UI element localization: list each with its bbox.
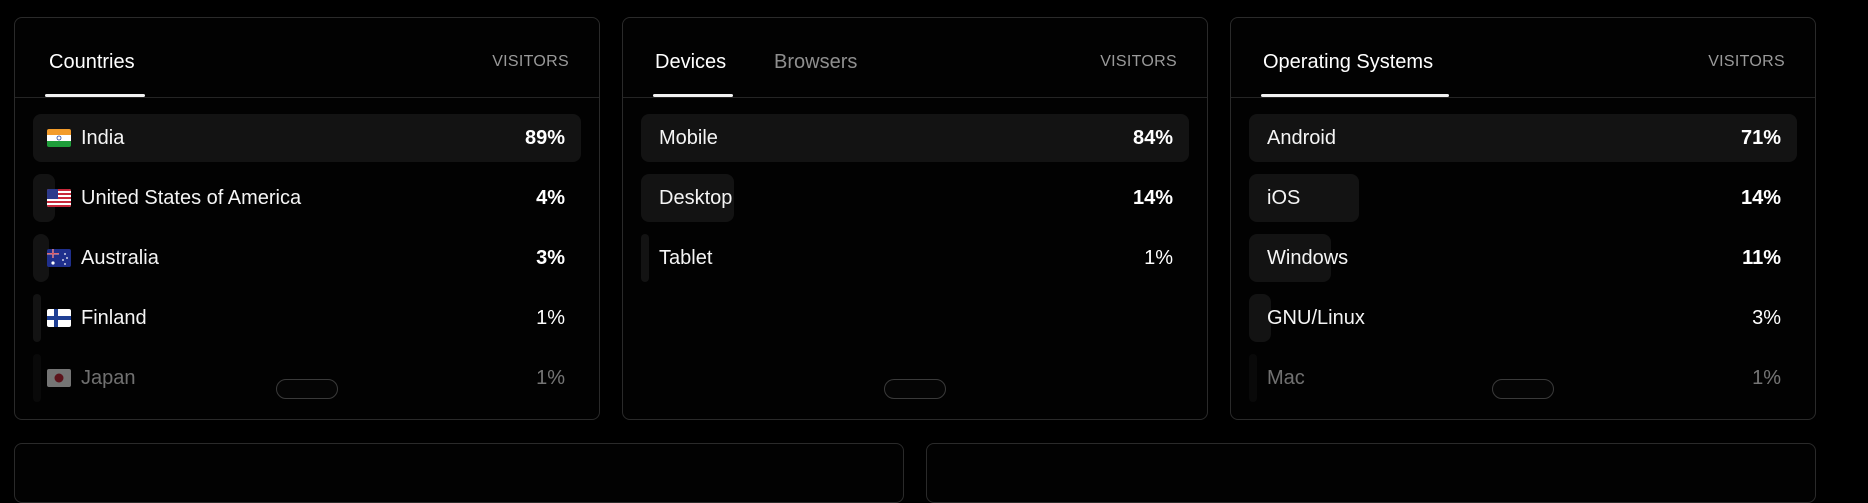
list-item-label: Tablet: [659, 247, 713, 269]
visitors-column-header: VISITORS: [1708, 53, 1785, 70]
list-item-australia[interactable]: Australia 3%: [33, 234, 581, 282]
list-item-value: 1%: [1752, 367, 1781, 389]
scroll-indicator[interactable]: [276, 379, 338, 399]
list-item-desktop[interactable]: Desktop 14%: [641, 174, 1189, 222]
list-item-label: Mac: [1267, 367, 1305, 389]
list-item-label: iOS: [1267, 187, 1301, 209]
list-item-value: 3%: [536, 247, 565, 269]
share-bar: [33, 294, 41, 342]
list-item-value: 84%: [1132, 127, 1173, 149]
india-flag-icon: [47, 129, 71, 147]
tab-operating-systems[interactable]: Operating Systems: [1263, 50, 1433, 74]
list-item-label: Windows: [1267, 247, 1349, 269]
list-item-label: Mobile: [659, 127, 718, 149]
share-bar: [641, 114, 1189, 162]
list-item-windows[interactable]: Windows 11%: [1249, 234, 1797, 282]
list-item-label: Android: [1267, 127, 1336, 149]
tab-browsers[interactable]: Browsers: [774, 50, 857, 74]
list-item-tablet[interactable]: Tablet 1%: [641, 234, 1189, 282]
list-item-label: GNU/Linux: [1267, 307, 1365, 329]
list-item-value: 1%: [1144, 247, 1173, 269]
tab-devices[interactable]: Devices: [655, 50, 726, 74]
scroll-indicator[interactable]: [884, 379, 946, 399]
list-item-label: Japan: [81, 367, 136, 389]
lower-left-panel: [14, 443, 904, 503]
tab-devices-active-indicator: [653, 94, 733, 97]
countries-panel-header: Countries VISITORS: [15, 18, 599, 98]
list-item-value: 89%: [524, 127, 565, 149]
list-item-value: 14%: [1132, 187, 1173, 209]
list-item-label: Australia: [81, 247, 159, 269]
list-item-finland[interactable]: Finland 1%: [33, 294, 581, 342]
list-item-value: 1%: [536, 307, 565, 329]
list-item-united-states[interactable]: United States of America 4%: [33, 174, 581, 222]
list-item-value: 11%: [1742, 247, 1781, 269]
tab-countries[interactable]: Countries: [49, 50, 135, 74]
share-bar: [1249, 174, 1359, 222]
countries-panel: Countries VISITORS India 89% United Stat…: [14, 17, 600, 420]
australia-flag-icon: [47, 249, 71, 267]
list-item-label: United States of America: [81, 187, 302, 209]
list-item-ios[interactable]: iOS 14%: [1249, 174, 1797, 222]
list-item-label: India: [81, 127, 125, 149]
tab-operating-systems-active-indicator: [1261, 94, 1449, 97]
lower-right-panel: [926, 443, 1816, 503]
list-item-android[interactable]: Android 71%: [1249, 114, 1797, 162]
list-item-value: 14%: [1740, 187, 1781, 209]
finland-flag-icon: [47, 309, 71, 327]
share-bar: [33, 354, 41, 402]
list-item-label: Desktop: [659, 187, 733, 209]
list-item-india[interactable]: India 89%: [33, 114, 581, 162]
list-item-value: 1%: [536, 367, 565, 389]
list-item-gnu-linux[interactable]: GNU/Linux 3%: [1249, 294, 1797, 342]
list-item-value: 3%: [1752, 307, 1781, 329]
japan-flag-icon: [47, 369, 71, 387]
list-item-label: Finland: [81, 307, 147, 329]
operating-systems-panel: Operating Systems VISITORS Android 71% i…: [1230, 17, 1816, 420]
list-item-value: 4%: [536, 187, 565, 209]
list-item-value: 71%: [1740, 127, 1781, 149]
operating-systems-panel-header: Operating Systems VISITORS: [1231, 18, 1815, 98]
list-item-mobile[interactable]: Mobile 84%: [641, 114, 1189, 162]
share-bar: [1249, 354, 1257, 402]
tab-countries-active-indicator: [45, 94, 145, 97]
scroll-indicator[interactable]: [1492, 379, 1554, 399]
usa-flag-icon: [47, 189, 71, 207]
devices-panel-header: Devices Browsers VISITORS: [623, 18, 1207, 98]
visitors-column-header: VISITORS: [492, 53, 569, 70]
visitors-column-header: VISITORS: [1100, 53, 1177, 70]
devices-panel: Devices Browsers VISITORS Mobile 84% Des…: [622, 17, 1208, 420]
share-bar: [641, 234, 649, 282]
